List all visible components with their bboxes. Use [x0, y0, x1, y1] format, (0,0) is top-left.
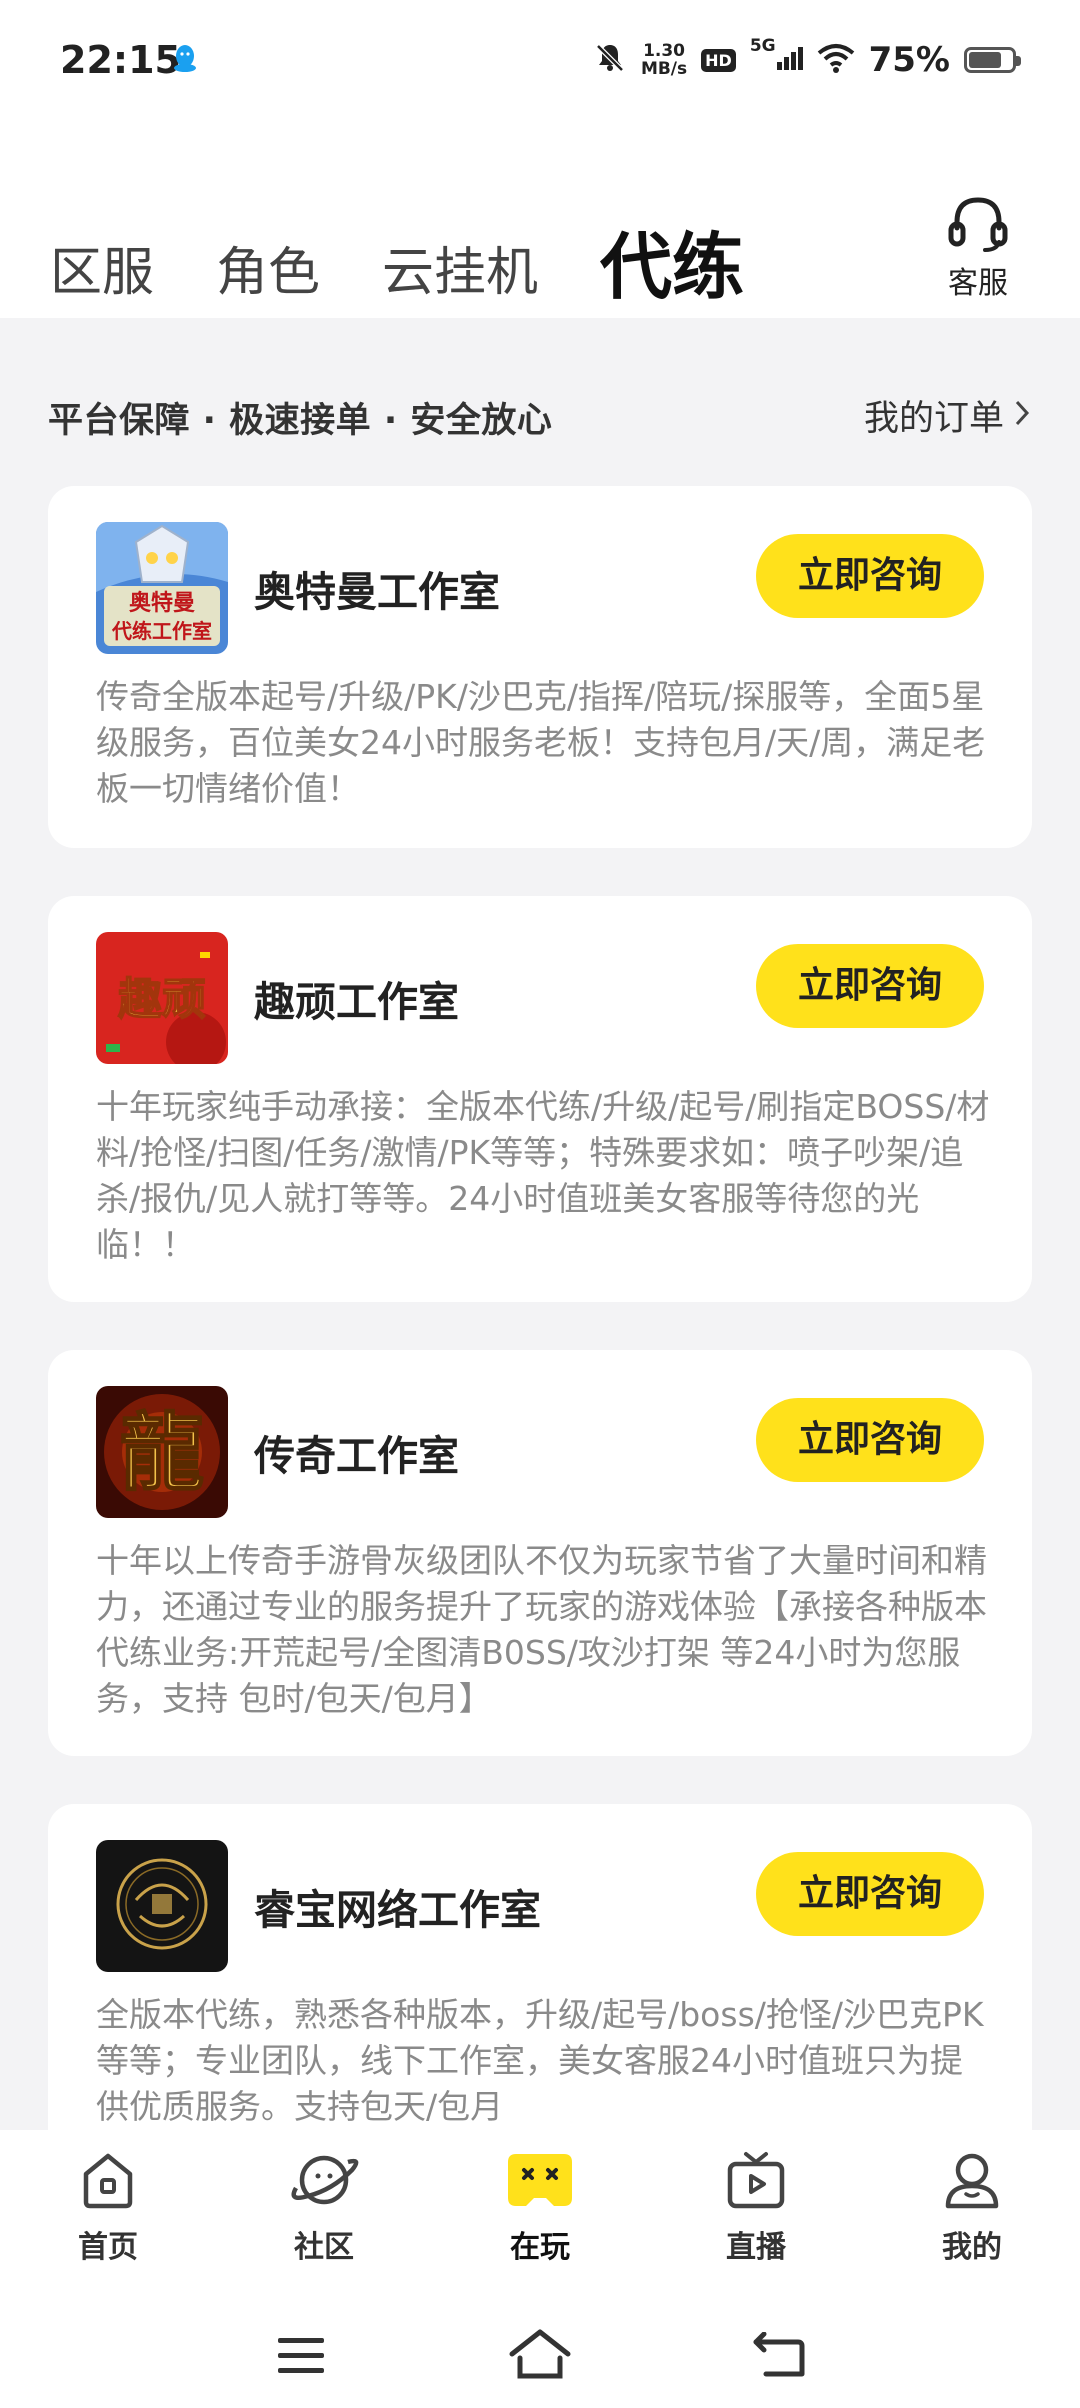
- bottom-navigation: 首页 社区 在玩 直播 我的: [0, 2130, 1080, 2408]
- gamepad-icon: [502, 2154, 578, 2216]
- headset-icon: [945, 197, 1011, 258]
- system-navigation-bar: [0, 2326, 1080, 2396]
- tab-character[interactable]: 角色: [216, 230, 320, 305]
- studio-description: 全版本代练，熟悉各种版本，升级/起号/boss/抢怪/沙巴克PK等等；专业团队，…: [96, 1995, 984, 2126]
- status-bar: 22:15 1.30 MB/s HD 5G 75%: [0, 0, 1080, 130]
- studio-description: 十年以上传奇手游骨灰级团队不仅为玩家节省了大量时间和精力，还通过专业的服务提升了…: [96, 1541, 987, 1718]
- qq-notification-icon: [172, 44, 198, 78]
- nav-profile[interactable]: 我的: [902, 2148, 1042, 2266]
- nav-playing[interactable]: 在玩: [470, 2148, 610, 2266]
- signal-icon: 5G: [750, 36, 803, 74]
- logo-text: 趣顽: [118, 974, 206, 1025]
- tab-cloud-idle[interactable]: 云挂机: [382, 230, 538, 305]
- studio-name: 睿宝网络工作室: [254, 1886, 541, 1934]
- studio-card: 奥特曼 代练工作室 奥特曼工作室 立即咨询 传奇全版本起号/升级/PK/沙巴克/…: [48, 486, 1032, 848]
- chevron-right-icon: [1014, 396, 1030, 436]
- nav-live[interactable]: 直播: [686, 2148, 826, 2266]
- hd-badge: HD: [701, 48, 736, 72]
- network-speed: 1.30 MB/s: [641, 42, 687, 78]
- consult-button[interactable]: 立即咨询: [756, 1398, 984, 1482]
- nav-live-label: 直播: [726, 2230, 786, 2265]
- studio-card: 龍 传奇工作室 立即咨询 十年以上传奇手游骨灰级团队不仅为玩家节省了大量时间和精…: [48, 1350, 1032, 1756]
- wifi-icon: [817, 43, 855, 77]
- battery-level: [969, 52, 1001, 68]
- studio-logo-ultraman: 奥特曼 代练工作室: [96, 522, 228, 654]
- studio-card: 趣顽 趣顽工作室 立即咨询 十年玩家纯手动承接：全版本代练/升级/起号/刷指定B…: [48, 896, 1032, 1302]
- platform-guarantee-text: 平台保障 · 极速接单 · 安全放心: [48, 401, 553, 441]
- nav-profile-label: 我的: [942, 2230, 1002, 2265]
- network-speed-unit: MB/s: [640, 59, 688, 79]
- battery-icon: [964, 47, 1021, 73]
- status-time: 22:15: [60, 38, 181, 82]
- nav-home-label: 首页: [78, 2230, 138, 2265]
- nav-community[interactable]: 社区: [254, 2148, 394, 2266]
- network-type: 5G: [749, 35, 776, 56]
- menu-icon[interactable]: [276, 2334, 326, 2382]
- network-speed-value: 1.30: [643, 41, 686, 61]
- studio-logo-quwan: 趣顽: [96, 932, 228, 1064]
- logo-text: 龍: [120, 1403, 204, 1502]
- profile-icon: [940, 2153, 1004, 2216]
- nav-home[interactable]: 首页: [38, 2148, 178, 2266]
- nav-community-label: 社区: [294, 2230, 354, 2265]
- studio-name: 传奇工作室: [254, 1432, 459, 1480]
- logo-text-line2: 代练工作室: [111, 619, 212, 643]
- nav-playing-label: 在玩: [510, 2230, 570, 2265]
- logo-text-line1: 奥特曼: [129, 590, 195, 616]
- studio-logo-ruibao: [96, 1840, 228, 1972]
- consult-button[interactable]: 立即咨询: [756, 944, 984, 1028]
- studio-description: 十年玩家纯手动承接：全版本代练/升级/起号/刷指定BOSS/材料/抢怪/扫图/任…: [96, 1087, 990, 1264]
- studio-card: 睿宝网络工作室 立即咨询 全版本代练，熟悉各种版本，升级/起号/boss/抢怪/…: [48, 1804, 1032, 2184]
- consult-button[interactable]: 立即咨询: [756, 534, 984, 618]
- customer-service-button[interactable]: 客服: [938, 194, 1018, 302]
- planet-icon: [288, 2155, 360, 2216]
- my-orders-label: 我的订单: [863, 399, 1004, 439]
- tv-icon: [724, 2152, 788, 2216]
- tab-server[interactable]: 区服: [50, 230, 154, 305]
- studio-name: 奥特曼工作室: [254, 568, 500, 616]
- consult-button[interactable]: 立即咨询: [756, 1852, 984, 1936]
- studio-name: 趣顽工作室: [254, 978, 459, 1026]
- my-orders-link[interactable]: 我的订单: [864, 390, 1030, 441]
- customer-service-label: 客服: [948, 266, 1008, 301]
- home-icon: [76, 2153, 140, 2216]
- mute-icon: [593, 41, 627, 79]
- studio-description: 传奇全版本起号/升级/PK/沙巴克/指挥/陪玩/探服等，全面5星级服务，百位美女…: [96, 677, 986, 808]
- back-icon[interactable]: [752, 2331, 806, 2384]
- studio-logo-dragon: 龍: [96, 1386, 228, 1518]
- battery-percent: 75%: [868, 40, 950, 80]
- tab-boosting[interactable]: 代练: [600, 208, 744, 313]
- system-home-icon[interactable]: [508, 2328, 572, 2384]
- category-tabs: 区服 角色 云挂机 代练: [50, 200, 806, 309]
